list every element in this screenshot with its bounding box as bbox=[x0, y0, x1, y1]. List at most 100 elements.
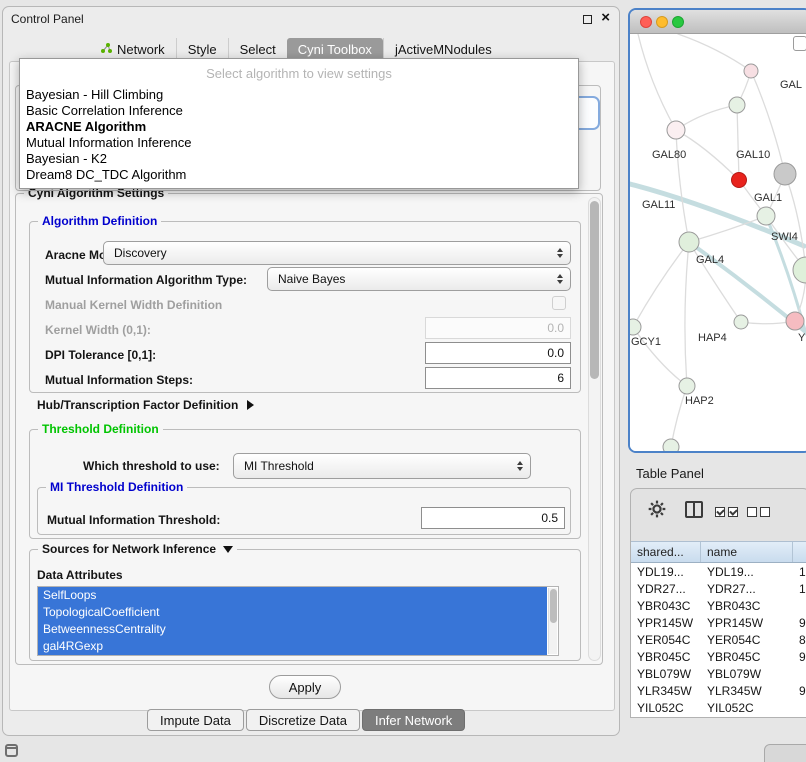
popup-placeholder: Select algorithm to view settings bbox=[20, 59, 578, 87]
table-row[interactable]: YPR145WYPR145W9. bbox=[631, 614, 806, 631]
node-label: HAP4 bbox=[698, 332, 727, 344]
control-panel-titlebar[interactable]: Control Panel × bbox=[3, 7, 619, 31]
attribute-item-gal4rgexp[interactable]: gal4RGexp bbox=[38, 638, 547, 655]
table-cell: YBR045C bbox=[631, 650, 701, 664]
algorithm-option-dream8-dc-tdc-algorithm[interactable]: Dream8 DC_TDC Algorithm bbox=[20, 167, 578, 183]
algorithm-popup-list: Bayesian - Hill ClimbingBasic Correlatio… bbox=[20, 87, 578, 183]
network-node[interactable] bbox=[663, 439, 679, 452]
table-row[interactable]: YER054CYER054C8. bbox=[631, 631, 806, 648]
birdseye-widget[interactable] bbox=[793, 36, 806, 51]
close-icon[interactable]: × bbox=[601, 10, 610, 26]
hub-section-toggle[interactable]: Hub/Transcription Factor Definition bbox=[37, 398, 254, 412]
aracne-mode-select[interactable]: Discovery bbox=[103, 241, 571, 265]
mi-threshold-label: Mutual Information Threshold: bbox=[47, 513, 220, 527]
network-node[interactable] bbox=[757, 207, 775, 225]
table-row[interactable]: YBR045CYBR045C9. bbox=[631, 648, 806, 665]
network-window-titlebar[interactable] bbox=[630, 10, 806, 34]
settings-scrollbar[interactable] bbox=[588, 197, 601, 661]
attributes-list[interactable]: SelfLoopsTopologicalCoefficientBetweenne… bbox=[37, 586, 559, 656]
which-threshold-select[interactable]: MI Threshold bbox=[233, 453, 531, 479]
table-toolbar bbox=[631, 489, 806, 541]
network-node[interactable] bbox=[732, 173, 747, 188]
select-all-checks-icon[interactable] bbox=[715, 507, 738, 517]
table-cell: YER054C bbox=[701, 633, 793, 647]
network-node[interactable] bbox=[679, 378, 695, 394]
attribute-item-topologicalcoefficient[interactable]: TopologicalCoefficient bbox=[38, 604, 547, 621]
attribute-item-selfloops[interactable]: SelfLoops bbox=[38, 587, 547, 604]
apply-button[interactable]: Apply bbox=[269, 675, 341, 699]
table-row[interactable]: YDL19...YDL19...13 bbox=[631, 563, 806, 580]
network-node[interactable] bbox=[774, 163, 796, 185]
table-cell: YDL19... bbox=[701, 565, 793, 579]
mi-type-value: Naive Bayes bbox=[278, 272, 345, 286]
dpi-tolerance-label: DPI Tolerance [0,1]: bbox=[45, 348, 156, 362]
network-node[interactable] bbox=[729, 97, 745, 113]
kernel-width-field[interactable]: 0.0 bbox=[425, 317, 571, 339]
sources-section-toggle[interactable]: Sources for Network Inference bbox=[38, 542, 237, 556]
node-label: GAL4 bbox=[696, 254, 724, 266]
deselect-all-checks-icon[interactable] bbox=[747, 507, 770, 517]
network-node[interactable] bbox=[679, 232, 699, 252]
network-edge[interactable] bbox=[676, 130, 689, 242]
node-label: GCY1 bbox=[631, 336, 661, 348]
algorithm-option-bayesian-k2[interactable]: Bayesian - K2 bbox=[20, 151, 578, 167]
mi-type-select[interactable]: Naive Bayes bbox=[267, 267, 571, 291]
minimize-traffic-light[interactable] bbox=[656, 16, 668, 28]
algorithm-option-bayesian-hill-climbing[interactable]: Bayesian - Hill Climbing bbox=[20, 87, 578, 103]
network-edge[interactable] bbox=[676, 105, 737, 130]
bottom-tab-infer-network[interactable]: Infer Network bbox=[362, 709, 465, 731]
table-row[interactable]: YLR345WYLR345W9. bbox=[631, 682, 806, 699]
network-node[interactable] bbox=[786, 312, 804, 330]
manual-kernel-checkbox[interactable] bbox=[552, 296, 566, 310]
close-traffic-light[interactable] bbox=[640, 16, 652, 28]
network-edge[interactable] bbox=[633, 242, 689, 327]
sources-section-title: Sources for Network Inference bbox=[42, 542, 216, 556]
network-node[interactable] bbox=[734, 315, 748, 329]
table-row[interactable]: YBR043CYBR043C bbox=[631, 597, 806, 614]
columns-icon[interactable] bbox=[685, 501, 703, 518]
minimized-panel-icon[interactable] bbox=[5, 744, 18, 757]
table-cell: YPR145W bbox=[701, 616, 793, 630]
network-node[interactable] bbox=[744, 64, 758, 78]
attributes-list-scrollbar[interactable] bbox=[548, 588, 557, 654]
mi-steps-field[interactable]: 6 bbox=[425, 367, 571, 389]
mi-threshold-field[interactable]: 0.5 bbox=[421, 507, 565, 529]
scrollbar-thumb[interactable] bbox=[590, 201, 599, 379]
scrollbar-thumb[interactable] bbox=[550, 589, 557, 623]
attribute-item-betweennesscentrality[interactable]: BetweennessCentrality bbox=[38, 621, 547, 638]
network-edge[interactable] bbox=[638, 34, 676, 130]
zoom-traffic-light[interactable] bbox=[672, 16, 684, 28]
chevron-updown-icon bbox=[557, 248, 563, 258]
mi-steps-label: Mutual Information Steps: bbox=[45, 373, 193, 387]
algorithm-option-basic-correlation-inference[interactable]: Basic Correlation Inference bbox=[20, 103, 578, 119]
network-node[interactable] bbox=[667, 121, 685, 139]
table-row[interactable]: YIL052CYIL052C bbox=[631, 699, 806, 716]
gear-icon[interactable] bbox=[647, 499, 667, 524]
collapse-arrow-icon bbox=[223, 546, 233, 553]
column-header-shared[interactable]: shared... bbox=[631, 542, 701, 562]
table-row[interactable]: YBL079WYBL079W bbox=[631, 665, 806, 682]
table-body: YDL19...YDL19...13YDR27...YDR27...12YBR0… bbox=[631, 563, 806, 718]
node-label: HAP2 bbox=[685, 395, 714, 407]
algorithm-option-aracne-algorithm[interactable]: ARACNE Algorithm bbox=[20, 119, 578, 135]
column-header-col2[interactable] bbox=[793, 542, 806, 562]
dpi-tolerance-field[interactable]: 0.0 bbox=[425, 342, 571, 364]
network-node[interactable] bbox=[793, 257, 806, 283]
network-edge[interactable] bbox=[678, 34, 751, 71]
mi-type-label: Mutual Information Algorithm Type: bbox=[45, 273, 247, 287]
chevron-updown-icon bbox=[557, 274, 563, 284]
network-node[interactable] bbox=[630, 319, 641, 335]
table-cell: 12 bbox=[793, 582, 806, 596]
column-header-name[interactable]: name bbox=[701, 542, 793, 562]
table-row[interactable]: YDR27...YDR27...12 bbox=[631, 580, 806, 597]
network-edge[interactable] bbox=[737, 105, 739, 180]
checked-box-icon bbox=[728, 507, 738, 517]
network-edge[interactable] bbox=[689, 216, 766, 242]
network-edge[interactable] bbox=[685, 242, 689, 386]
bottom-tab-discretize-data[interactable]: Discretize Data bbox=[246, 709, 360, 731]
float-window-icon[interactable] bbox=[583, 15, 592, 24]
bottom-tab-impute-data[interactable]: Impute Data bbox=[147, 709, 244, 731]
which-threshold-value: MI Threshold bbox=[244, 459, 314, 473]
network-canvas[interactable]: GALGAL80GAL10GAL11GAL1SWI4GAL4GCY1HAP4YH… bbox=[630, 34, 806, 452]
algorithm-option-mutual-information-inference[interactable]: Mutual Information Inference bbox=[20, 135, 578, 151]
